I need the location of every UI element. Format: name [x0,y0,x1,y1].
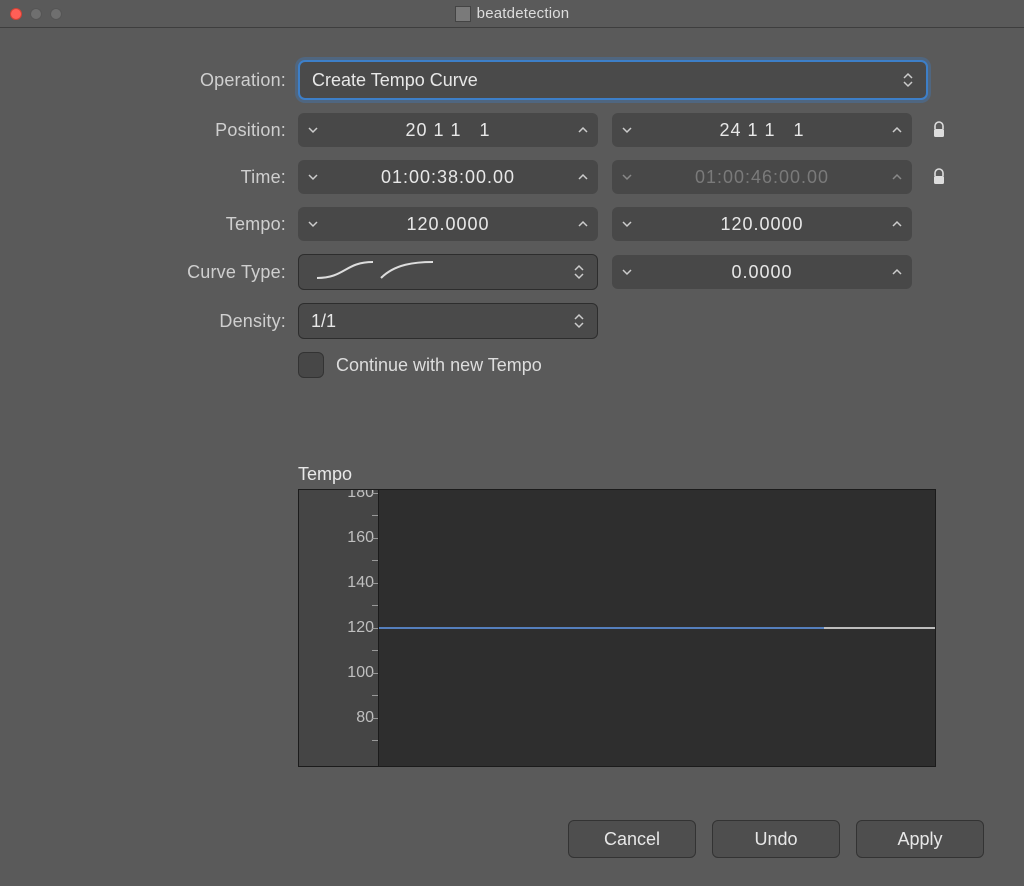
chevron-up-icon[interactable] [568,173,598,181]
tempo-label: Tempo: [36,214,298,235]
minimize-window-button[interactable] [30,8,42,20]
density-label: Density: [36,311,298,332]
chevron-up-icon[interactable] [882,220,912,228]
chevron-down-icon[interactable] [612,173,642,181]
tempo-graph[interactable]: 180 160 140 120 100 80 [298,489,936,767]
tempo-end-value: 120.0000 [642,214,882,235]
document-icon [455,6,471,22]
density-select[interactable]: 1/1 [298,303,598,339]
chevrons-icon [573,263,585,281]
time-label: Time: [36,167,298,188]
window-title: beatdetection [477,5,570,22]
graph-tick: 160 [347,529,374,547]
tempo-start-value: 120.0000 [328,214,568,235]
position-label: Position: [36,120,298,141]
chevron-up-icon[interactable] [568,220,598,228]
chevron-up-icon[interactable] [882,268,912,276]
chevron-down-icon[interactable] [298,173,328,181]
time-start-stepper[interactable]: 01:00:38:00.00 [298,160,598,194]
chevrons-icon [902,71,914,89]
position-end-stepper[interactable]: 24 1 1 1 [612,113,912,147]
chevron-down-icon[interactable] [612,126,642,134]
density-value: 1/1 [311,311,336,332]
graph-tick: 100 [347,664,374,682]
dialog-content: Operation: Create Tempo Curve Position: … [0,28,1024,767]
operation-select[interactable]: Create Tempo Curve [298,60,928,100]
dialog-window: beatdetection Operation: Create Tempo Cu… [0,0,1024,886]
graph-title: Tempo [298,464,988,485]
chevrons-icon [573,312,585,330]
window-controls [10,8,62,20]
position-start-stepper[interactable]: 20 1 1 1 [298,113,598,147]
tempo-end-stepper[interactable]: 120.0000 [612,207,912,241]
undo-button[interactable]: Undo [712,820,840,858]
zoom-window-button[interactable] [50,8,62,20]
chevron-down-icon[interactable] [612,268,642,276]
chevron-down-icon[interactable] [298,126,328,134]
curve-value-stepper[interactable]: 0.0000 [612,255,912,289]
graph-tick: 180 [347,489,374,502]
tempo-start-stepper[interactable]: 120.0000 [298,207,598,241]
tempo-curve-line [379,627,824,629]
time-end-stepper[interactable]: 01:00:46:00.00 [612,160,912,194]
operation-label: Operation: [36,70,298,91]
titlebar: beatdetection [0,0,1024,28]
curve-value: 0.0000 [642,262,882,283]
chevron-down-icon[interactable] [298,220,328,228]
following-tempo-line [824,627,935,629]
operation-value: Create Tempo Curve [312,70,478,91]
time-lock-icon[interactable] [926,167,952,187]
graph-y-ruler: 180 160 140 120 100 80 [299,490,379,766]
chevron-up-icon[interactable] [882,126,912,134]
cancel-button[interactable]: Cancel [568,820,696,858]
graph-plot-area[interactable] [379,490,935,766]
graph-tick: 120 [347,619,374,637]
chevron-up-icon[interactable] [568,126,598,134]
position-start-value: 20 1 1 1 [328,120,568,141]
continue-checkbox[interactable] [298,352,324,378]
graph-tick: 140 [347,574,374,592]
position-end-value: 24 1 1 1 [642,120,882,141]
chevron-up-icon[interactable] [882,173,912,181]
chevron-down-icon[interactable] [612,220,642,228]
curve-type-select[interactable] [298,254,598,290]
dialog-buttons: Cancel Undo Apply [568,820,984,858]
position-lock-icon[interactable] [926,120,952,140]
tempo-graph-section: Tempo 180 160 140 120 100 80 [298,464,988,767]
time-end-value: 01:00:46:00.00 [642,167,882,188]
continue-label: Continue with new Tempo [336,355,542,376]
close-window-button[interactable] [10,8,22,20]
apply-button[interactable]: Apply [856,820,984,858]
curve-type-label: Curve Type: [36,262,298,283]
time-start-value: 01:00:38:00.00 [328,167,568,188]
curve-shape-icon [315,260,435,285]
